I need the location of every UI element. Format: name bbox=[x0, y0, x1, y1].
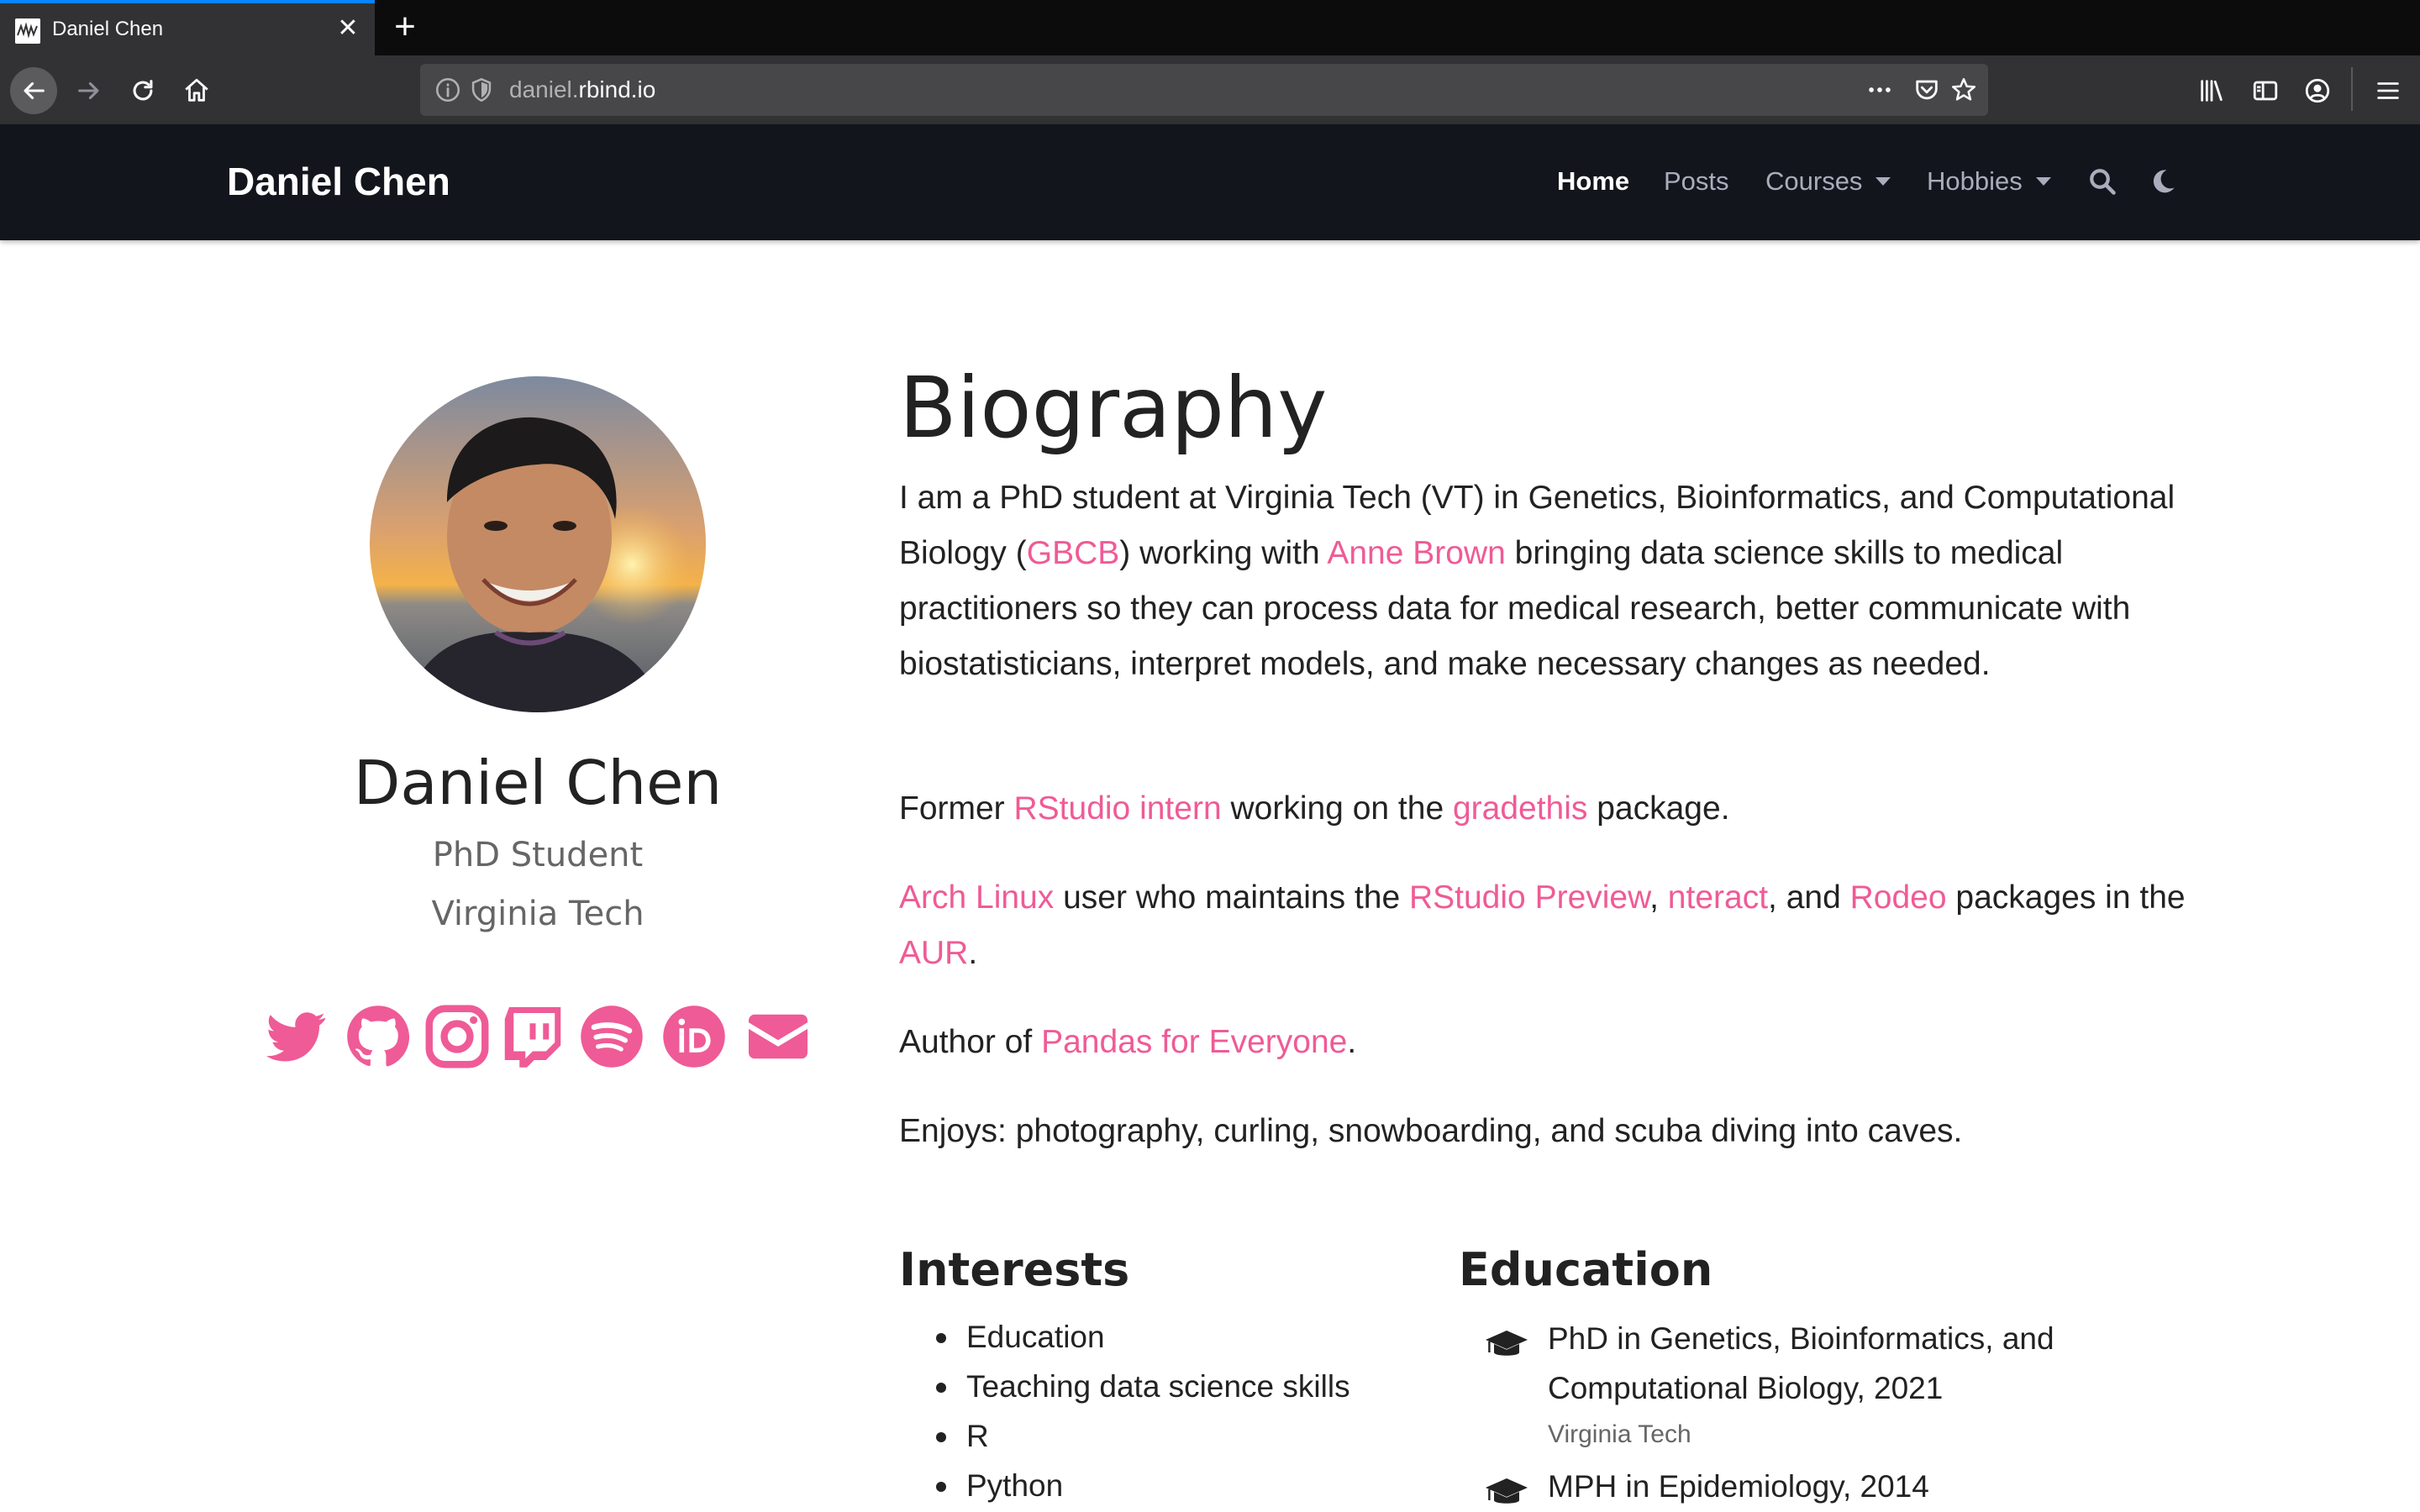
education-degree: PhD in Genetics, Bioinformatics, and Com… bbox=[1548, 1321, 2054, 1405]
site-navbar: Daniel Chen Home Posts Courses Hobbies bbox=[0, 124, 2420, 240]
new-tab-icon[interactable]: + bbox=[388, 8, 422, 45]
reload-button[interactable] bbox=[121, 69, 165, 113]
bio-paragraph-rstudio: Former RStudio intern working on the gra… bbox=[899, 781, 2210, 837]
list-item: Education bbox=[933, 1312, 1350, 1362]
library-icon bbox=[2201, 80, 2223, 102]
orcid-icon[interactable] bbox=[659, 1001, 729, 1072]
list-item: R bbox=[933, 1411, 1350, 1461]
bio-text: ) working with bbox=[1119, 535, 1328, 571]
reload-icon bbox=[133, 80, 153, 101]
twitter-icon[interactable] bbox=[260, 1001, 331, 1072]
gbcb-link[interactable]: GBCB bbox=[1027, 535, 1120, 571]
url-domain: rbind.io bbox=[578, 76, 656, 102]
nav-courses-label: Courses bbox=[1765, 166, 1863, 196]
bio-text: user who maintains the bbox=[1054, 879, 1409, 916]
profile-role: PhD Student bbox=[432, 836, 644, 874]
graduation-cap-icon bbox=[1484, 1329, 1529, 1362]
spotify-icon[interactable] bbox=[576, 1001, 647, 1072]
bio-text: , and bbox=[1768, 879, 1850, 916]
info-icon[interactable] bbox=[434, 76, 462, 104]
gradethis-link[interactable]: gradethis bbox=[1453, 790, 1587, 827]
chevron-down-icon bbox=[1876, 176, 1891, 186]
education-degree: MPH in Epidemiology, 2014 bbox=[1548, 1469, 1929, 1504]
avatar bbox=[370, 376, 706, 712]
shield-icon[interactable] bbox=[467, 76, 496, 104]
account-button[interactable] bbox=[2296, 69, 2339, 113]
chevron-down-icon bbox=[2035, 176, 2051, 186]
nteract-link[interactable]: nteract bbox=[1668, 879, 1768, 916]
account-icon bbox=[2305, 78, 2330, 103]
forward-arrow-icon bbox=[78, 81, 99, 100]
sidebar-button[interactable] bbox=[2244, 69, 2287, 113]
toolbar-divider bbox=[2351, 67, 2353, 111]
list-item: Python bbox=[933, 1461, 1350, 1510]
github-icon[interactable] bbox=[343, 1001, 413, 1072]
pandas-for-everyone-link[interactable]: Pandas for Everyone bbox=[1041, 1024, 1347, 1060]
browser-toolbar: daniel.rbind.io bbox=[0, 55, 2420, 124]
browser-tab-strip: Daniel Chen ✕ + bbox=[0, 0, 2420, 55]
home-button[interactable] bbox=[175, 69, 218, 113]
nav-posts[interactable]: Posts bbox=[1664, 165, 1729, 198]
tab-title: Daniel Chen bbox=[52, 18, 164, 40]
twitch-icon[interactable] bbox=[497, 1001, 568, 1072]
rstudio-preview-link[interactable]: RStudio Preview bbox=[1409, 879, 1649, 916]
biography-title: Biography bbox=[899, 359, 1328, 457]
nav-hobbies[interactable]: Hobbies bbox=[1927, 165, 2051, 198]
bio-text: . bbox=[1347, 1024, 1357, 1060]
nav-home[interactable]: Home bbox=[1557, 165, 1629, 198]
favicon-icon bbox=[15, 18, 40, 44]
nav-hobbies-label: Hobbies bbox=[1927, 166, 2023, 196]
bio-paragraph-author: Author of Pandas for Everyone. bbox=[899, 1015, 2210, 1070]
anne-brown-link[interactable]: Anne Brown bbox=[1327, 535, 1505, 571]
bio-text: . bbox=[968, 935, 978, 971]
bio-text: packages in the bbox=[1946, 879, 2186, 916]
tab-close-icon[interactable]: ✕ bbox=[334, 15, 361, 42]
bio-text: package. bbox=[1587, 790, 1730, 827]
bio-paragraph-phd: I am a PhD student at Virginia Tech (VT)… bbox=[899, 470, 2210, 692]
graduation-cap-icon bbox=[1484, 1477, 1529, 1510]
site-brand[interactable]: Daniel Chen bbox=[227, 158, 450, 205]
sidebar-icon bbox=[2253, 81, 2278, 101]
bio-text: working on the bbox=[1221, 790, 1453, 827]
interests-title: Interests bbox=[899, 1243, 1130, 1296]
interests-list: Education Teaching data science skills R… bbox=[933, 1312, 1350, 1510]
back-arrow-icon bbox=[24, 81, 45, 100]
bookmark-star-icon[interactable] bbox=[1949, 76, 1978, 104]
back-button[interactable] bbox=[10, 67, 57, 114]
pocket-icon[interactable] bbox=[1912, 76, 1941, 104]
more-actions-icon[interactable] bbox=[1865, 76, 1894, 104]
url-prefix: daniel. bbox=[509, 76, 579, 102]
bio-text: , bbox=[1649, 879, 1668, 916]
education-institution: Virginia Tech bbox=[1548, 1420, 1691, 1448]
arch-linux-link[interactable]: Arch Linux bbox=[899, 879, 1054, 916]
hamburger-menu-icon bbox=[2377, 82, 2399, 99]
browser-tab[interactable]: Daniel Chen ✕ bbox=[0, 0, 375, 55]
profile-name: Daniel Chen bbox=[353, 748, 723, 818]
forward-button[interactable] bbox=[67, 69, 111, 113]
url-bar[interactable]: daniel.rbind.io bbox=[420, 64, 1988, 116]
list-item: Teaching data science skills bbox=[933, 1362, 1350, 1411]
aur-link[interactable]: AUR bbox=[899, 935, 968, 971]
instagram-icon[interactable] bbox=[422, 1001, 492, 1072]
url-text[interactable]: daniel.rbind.io bbox=[509, 77, 655, 102]
rodeo-link[interactable]: Rodeo bbox=[1850, 879, 1947, 916]
nav-courses[interactable]: Courses bbox=[1765, 165, 1891, 198]
email-icon[interactable] bbox=[743, 1001, 813, 1072]
library-button[interactable] bbox=[2190, 69, 2233, 113]
bio-text: Former bbox=[899, 790, 1014, 827]
bio-paragraph-arch: Arch Linux user who maintains the RStudi… bbox=[899, 870, 2210, 981]
menu-button[interactable] bbox=[2366, 69, 2410, 113]
rstudio-intern-link[interactable]: RStudio intern bbox=[1014, 790, 1222, 827]
profile-organization: Virginia Tech bbox=[431, 895, 644, 933]
dark-mode-moon-icon[interactable] bbox=[2148, 166, 2178, 197]
search-icon[interactable] bbox=[2087, 166, 2118, 197]
bio-paragraph-hobbies: Enjoys: photography, curling, snowboardi… bbox=[899, 1113, 1963, 1149]
bio-text: Author of bbox=[899, 1024, 1042, 1060]
home-icon bbox=[185, 78, 208, 102]
education-title: Education bbox=[1459, 1243, 1713, 1296]
